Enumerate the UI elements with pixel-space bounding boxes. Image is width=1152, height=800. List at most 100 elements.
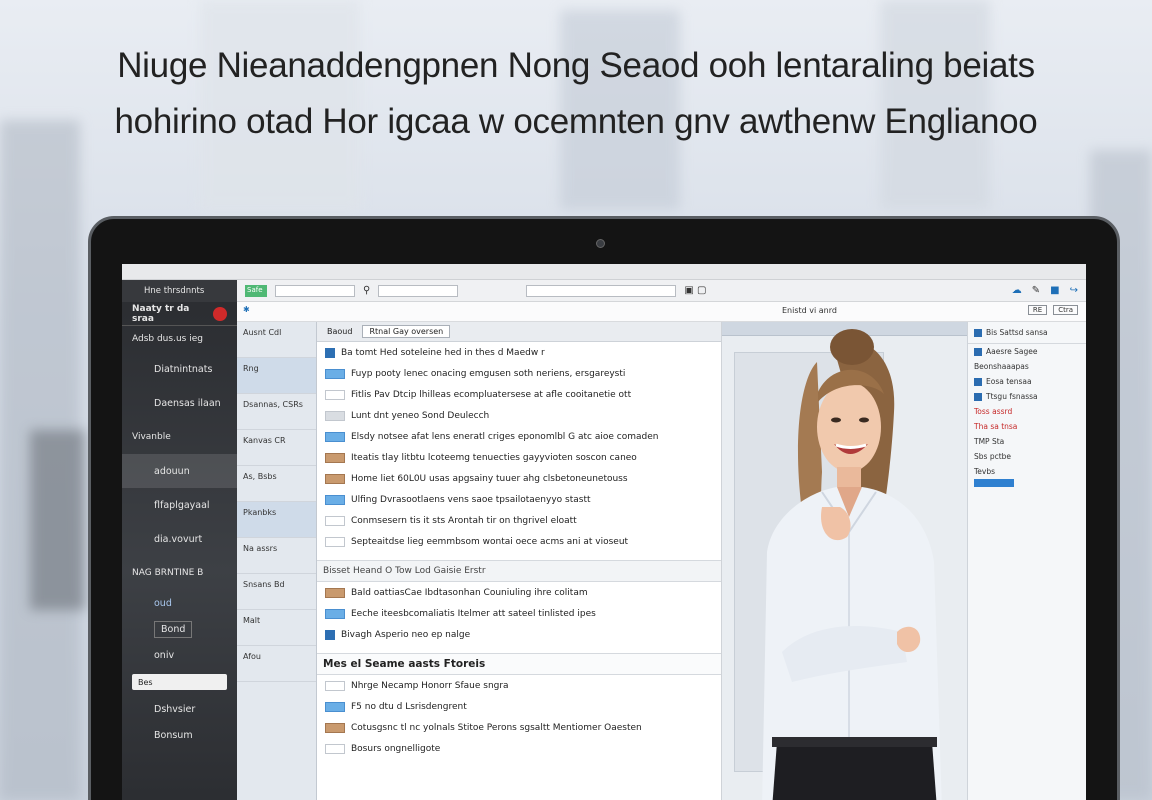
list-item[interactable]: Cotusgsnc tl nc yolnals Stitoe Perons sg…	[317, 717, 721, 738]
list-item[interactable]: Fuyp pooty lenec onacing emgusen soth ne…	[317, 363, 721, 384]
sidebar-item-5[interactable]: flfaplgayaal	[122, 488, 237, 522]
folder-item[interactable]: Malt	[237, 610, 316, 646]
message-list-tabs: Baoud Rtnal Gay oversen	[317, 322, 721, 342]
toolbar-filter-field[interactable]	[378, 284, 459, 297]
notification-badge[interactable]	[213, 306, 227, 321]
list-item[interactable]: Nhrge Necamp Honorr Sfaue sngra	[317, 675, 721, 696]
sidebar-item-oud[interactable]: oud	[122, 590, 237, 616]
right-panel-row-label: Tha sa tnsa	[974, 422, 1018, 431]
folder-item[interactable]: Pkanbks	[237, 502, 316, 538]
toolbar-field[interactable]	[275, 284, 355, 297]
message-type-icon	[325, 368, 345, 379]
right-panel-row-label: Aaesre Sagee	[986, 347, 1038, 356]
message-type-icon	[325, 587, 345, 598]
headline-line-2: hohirino otad Hor igcaa w ocemnten gnv a…	[114, 102, 1038, 141]
right-panel-row[interactable]: Toss assrd	[968, 404, 1086, 419]
headline-line-1: Niuge Nieanaddengpnen Nong Seaod ooh len…	[117, 46, 1035, 85]
sidebar-item-oniv[interactable]: oniv	[122, 642, 237, 668]
right-panel-row-label: Toss assrd	[974, 407, 1013, 416]
square-icon	[974, 377, 982, 386]
list-item[interactable]: Iteatis tlay litbtu lcoteemg tenuecties …	[317, 447, 721, 468]
right-panel-row[interactable]: Beonshaaapas	[968, 359, 1086, 374]
right-panel-row[interactable]: Tevbs	[968, 464, 1086, 479]
list-item[interactable]: Fitlis Pav Dtcip lhilleas ecompluaterses…	[317, 384, 721, 405]
right-panel-row[interactable]: Tha sa tnsa	[968, 419, 1086, 434]
list-item[interactable]: Eeche iteesbcomaliatis Itelmer att satee…	[317, 603, 721, 624]
list-item[interactable]: Ba tomt Hed soteleine hed in thes d Maed…	[317, 342, 721, 363]
message-subject: Lunt dnt yeneo Sond Deulecch	[351, 410, 490, 421]
folder-item[interactable]: Ausnt Cdl	[237, 322, 316, 358]
subbar-button-1[interactable]: RE	[1027, 305, 1048, 315]
folder-item[interactable]: Dsannas, CSRs	[237, 394, 316, 430]
folder-icon[interactable]: ■	[1050, 285, 1059, 296]
list-item[interactable]: Bivagh Asperio neo ep nalge	[317, 624, 721, 645]
folder-item[interactable]: Snsans Bd	[237, 574, 316, 610]
list-item[interactable]: Elsdy notsee afat lens eneratl criges ep…	[317, 426, 721, 447]
webcam-icon	[596, 239, 605, 248]
edit-icon[interactable]: ✎	[1032, 285, 1040, 296]
right-panel-row[interactable]: Eosa tensaa	[968, 374, 1086, 389]
folder-item[interactable]: Afou	[237, 646, 316, 682]
list-item[interactable]: Bosurs ongnelligote	[317, 738, 721, 759]
message-type-icon	[325, 680, 345, 691]
share-icon[interactable]: ↪	[1070, 285, 1078, 296]
settings-icon[interactable]: ✱	[243, 305, 250, 314]
laptop-screen: Safe ⚲ ▣ ▢ ☁ ✎ ■ ↪ ✱ Enistd vi anrd RE C…	[122, 264, 1086, 800]
sidebar-item-4[interactable]: adouun	[122, 454, 237, 488]
message-subject: Cotusgsnc tl nc yolnals Stitoe Perons sg…	[351, 722, 642, 733]
message-type-icon	[325, 389, 345, 400]
subbar-button-2[interactable]: Ctra	[1053, 305, 1078, 315]
list-item[interactable]: Lunt dnt yeneo Sond Deulecch	[317, 405, 721, 426]
list-item[interactable]: Conmsesern tis it sts Arontah tir on thg…	[317, 510, 721, 531]
sidebar-item-2[interactable]: Daensas ilaan	[122, 386, 237, 420]
cloud-icon[interactable]: ☁	[1012, 285, 1022, 296]
list-item[interactable]: Septeaitdse lieg eemmbsom wontai oece ac…	[317, 531, 721, 552]
sidebar-item-label: Dshvsier	[154, 703, 196, 715]
sidebar-item-3[interactable]: Vivanble	[122, 420, 237, 454]
sidebar-item-6[interactable]: dia.vovurt	[122, 522, 237, 556]
list-item[interactable]: Bald oattiasCae Ibdtasonhan Couniuling i…	[317, 582, 721, 603]
list-item[interactable]: Ulfing Dvrasootlaens vens saoe tpsailota…	[317, 489, 721, 510]
right-panel-row-label: Bis Sattsd sansa	[986, 328, 1048, 337]
sidebar-brand[interactable]: Naaty tr da sraa	[122, 302, 237, 326]
tab-1[interactable]: Baoud	[327, 327, 352, 336]
message-subject: Bosurs ongnelligote	[351, 743, 441, 754]
sidebar-pill-label: Bes	[138, 677, 153, 687]
sidebar-item-label: Bond	[154, 620, 193, 638]
message-type-icon	[325, 410, 345, 421]
message-group-1: Ba tomt Hed soteleine hed in thes d Maed…	[317, 342, 721, 552]
search-input[interactable]	[526, 284, 677, 297]
message-subject: Eeche iteesbcomaliatis Itelmer att satee…	[351, 608, 596, 619]
sidebar-item-1[interactable]: Diatnintnats	[122, 352, 237, 386]
sidebar-item-label: oud	[154, 597, 172, 609]
sidebar-item-7[interactable]: NAG BRNTINE B	[122, 556, 237, 590]
folder-item[interactable]: Kanvas CR	[237, 430, 316, 466]
right-panel-row[interactable]: Sbs pctbe	[968, 449, 1086, 464]
tab-2[interactable]: Rtnal Gay oversen	[362, 325, 451, 338]
right-panel-row[interactable]: Ttsgu fsnassa	[968, 389, 1086, 404]
person-icon[interactable]: ⚲	[363, 285, 370, 296]
list-item[interactable]: F5 no dtu d Lsrisdengrent	[317, 696, 721, 717]
right-panel: Bis Sattsd sansa Aaesre Sagee Beonshaaap…	[967, 322, 1086, 800]
right-panel-row-label: Eosa tensaa	[986, 377, 1032, 386]
message-type-icon	[325, 347, 335, 358]
message-type-icon	[325, 515, 345, 526]
headline: Niuge Nieanaddengpnen Nong Seaod ooh len…	[0, 44, 1152, 144]
sidebar-item-bonsum[interactable]: Bonsum	[122, 722, 237, 748]
message-subject: Fuyp pooty lenec onacing emgusen soth ne…	[351, 368, 626, 379]
message-type-icon	[325, 494, 345, 505]
folder-item[interactable]: As, Bsbs	[237, 466, 316, 502]
folder-item[interactable]: Rng	[237, 358, 316, 394]
sidebar-item-bond[interactable]: Bond	[122, 616, 237, 642]
message-subject: Nhrge Necamp Honorr Sfaue sngra	[351, 680, 509, 691]
list-item[interactable]: Home liet 60L0U usas apgsainy tuuer ahg …	[317, 468, 721, 489]
folder-item[interactable]: Na assrs	[237, 538, 316, 574]
sidebar-pill[interactable]: Bes	[132, 674, 227, 690]
sidebar-item-dshvsier[interactable]: Dshvsier	[122, 696, 237, 722]
right-panel-row[interactable]: Aaesre Sagee	[968, 344, 1086, 359]
section-title: Bisset Heand O Tow Lod Gaisie Erstr	[317, 560, 721, 582]
right-panel-row[interactable]: TMP Sta	[968, 434, 1086, 449]
sidebar-header: Hne thrsdnnts	[122, 280, 237, 302]
toolbar-green-tag[interactable]: Safe	[245, 284, 267, 297]
view-toggle-icon[interactable]: ▣ ▢	[684, 285, 706, 296]
